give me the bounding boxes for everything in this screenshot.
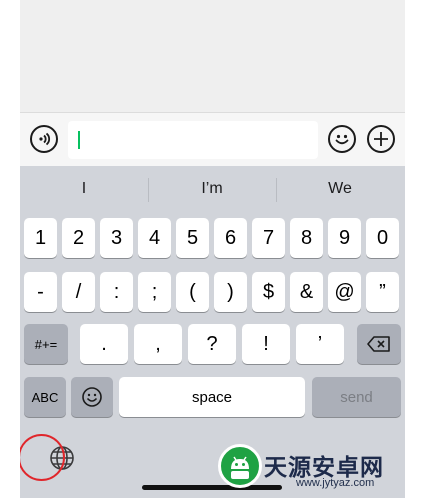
- space-key[interactable]: space: [119, 377, 305, 417]
- plus-circle-icon[interactable]: [367, 125, 395, 153]
- message-text-field[interactable]: [68, 121, 318, 159]
- key-9[interactable]: 9: [328, 218, 361, 258]
- emoji-key[interactable]: [71, 377, 113, 417]
- voice-input-icon[interactable]: [30, 125, 58, 153]
- key-8[interactable]: 8: [290, 218, 323, 258]
- chat-message-area[interactable]: [20, 0, 405, 112]
- highlight-circle-annotation: [20, 434, 65, 481]
- key-dollar[interactable]: $: [252, 272, 285, 312]
- key-open-paren[interactable]: (: [176, 272, 209, 312]
- suggestion-we[interactable]: We: [276, 180, 404, 198]
- key-semicolon[interactable]: ;: [138, 272, 171, 312]
- key-ampersand[interactable]: &: [290, 272, 323, 312]
- key-close-paren[interactable]: ): [214, 272, 247, 312]
- send-key[interactable]: send: [312, 377, 401, 417]
- predictive-suggestions-bar: I I’m We: [20, 166, 405, 214]
- key-3[interactable]: 3: [100, 218, 133, 258]
- text-caret: [78, 131, 80, 149]
- emoji-key-icon: [82, 387, 102, 407]
- key-colon[interactable]: :: [100, 272, 133, 312]
- key-5[interactable]: 5: [176, 218, 209, 258]
- phone-screen: I I’m We 1 2 3 4 5 6 7 8 9 0 - / : ; ( )…: [20, 0, 405, 498]
- key-7[interactable]: 7: [252, 218, 285, 258]
- backspace-key[interactable]: [357, 324, 401, 364]
- key-6[interactable]: 6: [214, 218, 247, 258]
- key-period[interactable]: .: [80, 324, 128, 364]
- key-exclamation[interactable]: !: [242, 324, 290, 364]
- key-right-double-quote[interactable]: ”: [366, 272, 399, 312]
- key-comma[interactable]: ,: [134, 324, 182, 364]
- emoji-icon[interactable]: [328, 125, 356, 153]
- key-apostrophe[interactable]: ’: [296, 324, 344, 364]
- abc-key[interactable]: ABC: [24, 377, 66, 417]
- key-1[interactable]: 1: [24, 218, 57, 258]
- right-margin: [405, 0, 422, 498]
- suggestion-i[interactable]: I: [20, 180, 148, 198]
- key-at[interactable]: @: [328, 272, 361, 312]
- watermark-url: www.jytyaz.com: [296, 477, 375, 489]
- android-logo-icon: [218, 444, 262, 488]
- left-margin: [0, 0, 20, 498]
- chat-input-bar: [20, 112, 405, 166]
- symbols-toggle-key[interactable]: #+=: [24, 324, 68, 364]
- backspace-icon: [367, 336, 390, 352]
- key-slash[interactable]: /: [62, 272, 95, 312]
- key-hyphen[interactable]: -: [24, 272, 57, 312]
- key-question[interactable]: ?: [188, 324, 236, 364]
- suggestion-im[interactable]: I’m: [148, 180, 276, 198]
- key-2[interactable]: 2: [62, 218, 95, 258]
- key-0[interactable]: 0: [366, 218, 399, 258]
- watermark-logo: 天源安卓网 www.jytyaz.com: [218, 444, 418, 496]
- key-4[interactable]: 4: [138, 218, 171, 258]
